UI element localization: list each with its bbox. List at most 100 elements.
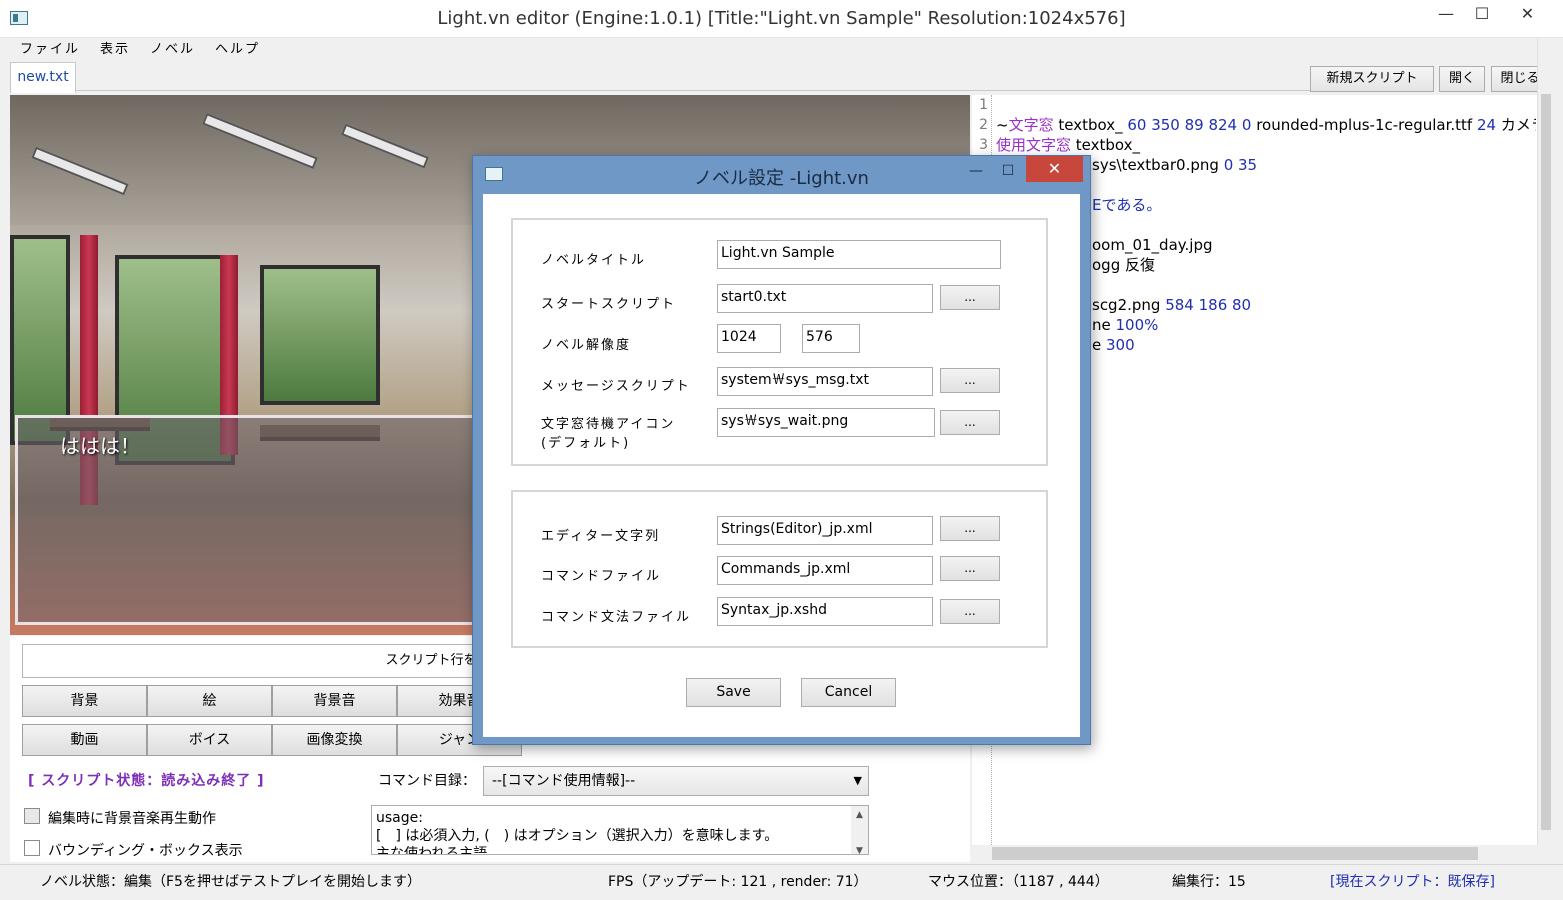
horizontal-scrollbar[interactable] [972,845,1537,862]
wait-icon-field[interactable]: sys￦sys_wait.png [717,408,935,437]
title-bar: Light.vn editor (Engine:1.0.1) [Title:"L… [0,0,1563,38]
editor-strings-browse-button[interactable]: ... [940,516,1000,541]
code-token: 24 [1476,116,1497,134]
cancel-button[interactable]: Cancel [801,678,896,707]
novel-title-field[interactable]: Light.vn Sample [717,240,1001,269]
minimize-button[interactable]: — [961,160,991,182]
usage-textbox[interactable]: usage: [ ] は必須入力, ( ) はオプション（選択入力）を意味します… [371,805,869,855]
syntax-file-browse-button[interactable]: ... [940,599,1000,624]
menu-file[interactable]: ファイル [10,40,90,60]
wait-icon-browse-button[interactable]: ... [940,410,1000,435]
dialog-title-bar: ノベル設定 -Light.vn — ☐ ✕ [473,156,1090,194]
code-token: Eである。 [1092,196,1162,214]
code-token: rounded-mplus-1c-regular.ttf [1251,116,1477,134]
line-number: 1 [979,97,988,113]
usage-line: [ ] は必須入力, ( ) はオプション（選択入力）を意味します。 [376,828,779,844]
bounding-box-checkbox[interactable] [24,840,40,856]
novel-settings-dialog: ノベル設定 -Light.vn — ☐ ✕ ノベルタイトル Light.vn S… [472,155,1091,745]
novel-state: ノベル状態：編集（F5を押せばテストプレイを開始します） [40,874,421,890]
menu-view[interactable]: 表示 [90,40,140,60]
menu-help[interactable]: ヘルプ [205,40,270,60]
usage-line: usage: [376,810,423,826]
code-token: 0 35 [1223,156,1258,174]
code-token: ~ [996,116,1009,134]
close-button[interactable]: ✕ [1505,0,1550,30]
open-button[interactable]: 開く [1439,66,1485,92]
code-token: scg2.png [1092,296,1166,314]
wait-icon-label: 文字窓待機アイコン [541,417,676,432]
code-token: 60 350 89 824 0 [1127,116,1252,134]
tab-divider [76,90,1316,91]
menu-novel[interactable]: ノベル [140,40,205,60]
tab-new-txt[interactable]: new.txt [10,62,76,93]
mouse-position: マウス位置：（1187 , 444） [928,874,1109,890]
resolution-width-field[interactable]: 1024 [717,324,781,353]
script-status: [ スクリプト状態：読み込み終了 ] [28,773,265,789]
message-script-field[interactable]: system￦sys_msg.txt [717,367,933,396]
novel-title-label: ノベルタイトル [541,253,647,268]
usage-line: 主な使われる主語 [376,846,488,855]
code-token: textbox_ [1071,136,1141,154]
minimize-button[interactable]: — [1428,0,1464,30]
resolution-height-field[interactable]: 576 [802,324,860,353]
vertical-scrollbar[interactable] [1537,38,1553,846]
resolution-label: ノベル解像度 [541,338,632,353]
line-number: 2 [979,117,988,133]
code-line[interactable] [996,95,1536,115]
code-line[interactable]: 使用文字窓 textbox_ [996,135,1536,155]
message-script-browse-button[interactable]: ... [940,368,1000,393]
code-token: ogg 反復 [1092,256,1155,274]
new-script-button[interactable]: 新規スクリプト [1310,66,1434,92]
cmd-bgm-button[interactable]: 背景音 [272,685,397,717]
chevron-down-icon: ▼ [853,774,862,787]
save-button[interactable]: Save [686,678,781,707]
line-number: 3 [979,137,988,153]
scroll-thumb[interactable] [992,847,1478,860]
code-token: e [1092,336,1106,354]
cmd-background-button[interactable]: 背景 [22,685,147,717]
code-token: textbox_ [1053,116,1128,134]
bgm-play-checkbox[interactable] [24,808,40,824]
code-token: oom_01_day.jpg [1092,236,1213,254]
menu-bar: ファイル 表示 ノベル ヘルプ [10,40,270,60]
cmd-image-button[interactable]: 絵 [147,685,272,717]
message-window: ははは！ [15,415,480,625]
maximize-button[interactable]: ☐ [993,160,1023,182]
command-select-value: --[コマンド使用情報]-- [492,773,636,789]
code-token: 100% [1115,316,1159,334]
dialog-close-button[interactable]: ✕ [1026,156,1083,182]
start-script-browse-button[interactable]: ... [940,285,1000,310]
usage-scrollbar[interactable]: ▲ ▼ [851,806,868,854]
code-token: 使用文字窓 [996,136,1072,154]
bgm-play-label: 編集時に背景音楽再生動作 [48,811,216,827]
tab-bar: new.txt 新規スクリプト 開く 閉じる [10,62,1550,93]
scroll-thumb[interactable] [1541,94,1551,830]
code-line[interactable]: ~文字窓 textbox_ 60 350 89 824 0 rounded-mp… [996,115,1536,135]
message-text: ははは！ [60,434,140,458]
window-title: Light.vn editor (Engine:1.0.1) [Title:"L… [437,8,1126,29]
command-file-field[interactable]: Commands_jp.xml [717,556,933,585]
editor-strings-label: エディター文字列 [541,529,661,544]
classroom-window [260,265,380,405]
wait-icon-label-default: (デフォルト) [541,436,631,451]
status-bar: ノベル状態：編集（F5を押せばテストプレイを開始します） FPS（アップデート:… [0,864,1563,900]
syntax-file-field[interactable]: Syntax_jp.xshd [717,597,933,626]
bounding-box-label: バウンディング・ボックス表示 [48,843,243,859]
command-list-label: コマンド目録： [378,773,476,789]
code-token: 300 [1106,336,1135,354]
command-file-browse-button[interactable]: ... [940,556,1000,581]
cmd-movie-button[interactable]: 動画 [22,724,147,756]
code-token: カメラ [1500,116,1536,134]
start-script-field[interactable]: start0.txt [717,284,933,313]
classroom-window [10,235,70,445]
cmd-voice-button[interactable]: ボイス [147,724,272,756]
message-script-label: メッセージスクリプト [541,379,691,394]
syntax-file-label: コマンド文法ファイル [541,610,692,625]
code-token: sys\textbar0.png [1092,156,1224,174]
fps-readout: FPS（アップデート: 121 , render: 71） [608,874,868,890]
maximize-button[interactable]: ☐ [1464,0,1500,30]
command-select[interactable]: --[コマンド使用情報]-- ▼ [483,766,869,796]
editor-strings-field[interactable]: Strings(Editor)_jp.xml [717,516,933,545]
cmd-transform-button[interactable]: 画像変換 [272,724,397,756]
code-token: 584 186 80 [1165,296,1252,314]
